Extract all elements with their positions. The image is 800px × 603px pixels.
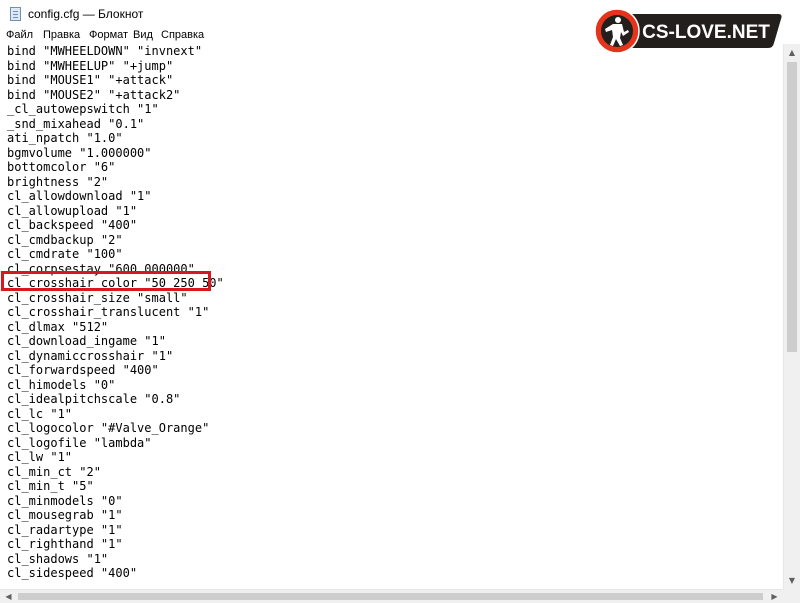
- text-line: cl_idealpitchscale "0.8": [7, 392, 181, 406]
- menu-edit[interactable]: Правка: [43, 29, 80, 42]
- text-line: _cl_autowepswitch "1": [7, 102, 159, 116]
- text-line: bind "MWHEELDOWN" "invnext": [7, 44, 203, 58]
- text-line: brightness "2": [7, 174, 109, 189]
- text-line: cl_lc "1": [7, 406, 73, 421]
- vertical-scroll-thumb[interactable]: [787, 62, 797, 352]
- resize-grip[interactable]: [783, 589, 800, 603]
- text-line: cl_lw "1": [7, 450, 73, 464]
- scroll-up-icon[interactable]: ▲: [784, 44, 800, 61]
- text-line: bind "MOUSE2" "+attack2": [7, 87, 181, 102]
- text-line: cl_allowupload "1": [7, 203, 138, 218]
- text-line: bottomcolor "6": [7, 160, 116, 174]
- notepad-window: config.cfg — Блокнот CS-LOVE.NET Файл Пр…: [0, 0, 800, 603]
- menu-view[interactable]: Вид: [133, 29, 153, 42]
- text-line: cl_mousegrab "1": [7, 508, 123, 522]
- text-line: cl_cmdbackup "2": [7, 232, 123, 247]
- text-line: ati_npatch "1.0": [7, 131, 123, 145]
- highlight-box: [1, 271, 211, 291]
- scroll-left-icon[interactable]: ◀: [0, 590, 17, 603]
- text-line: cl_himodels "0": [7, 377, 116, 392]
- text-line: cl_allowdownload "1": [7, 189, 152, 203]
- scroll-right-icon[interactable]: ▶: [766, 590, 783, 603]
- menu-help[interactable]: Справка: [161, 29, 204, 42]
- text-line: bind "MOUSE1" "+attack": [7, 73, 174, 87]
- text-line: cl_dlmax "512": [7, 319, 109, 334]
- horizontal-scrollbar[interactable]: ◀ ▶: [0, 589, 783, 603]
- text-line: cl_min_ct "2": [7, 464, 101, 479]
- menu-file[interactable]: Файл: [6, 29, 33, 42]
- scroll-down-icon[interactable]: ▼: [784, 572, 800, 589]
- window-title: config.cfg — Блокнот: [28, 7, 144, 21]
- text-line: cl_download_ingame "1": [7, 334, 166, 348]
- text-line: cl_forwardspeed "400": [7, 363, 159, 377]
- text-line: bind "MWHEELUP" "+jump": [7, 58, 174, 73]
- text-line: cl_min_t "5": [7, 479, 94, 493]
- menu-format[interactable]: Формат: [89, 29, 128, 42]
- text-line: cl_backspeed "400": [7, 218, 138, 232]
- text-line: cl_minmodels "0": [7, 493, 123, 508]
- cs-love-logo: CS-LOVE.NET: [594, 8, 782, 54]
- text-line: cl_crosshair_size "small": [7, 290, 188, 305]
- text-line: _snd_mixahead "0.1": [7, 116, 145, 131]
- horizontal-scroll-thumb[interactable]: [18, 593, 763, 600]
- text-line: cl_logofile "lambda": [7, 435, 152, 450]
- text-editor[interactable]: bind "MWHEELDOWN" "invnext" bind "MWHEEL…: [0, 44, 783, 589]
- text-line: cl_shadows "1": [7, 551, 109, 566]
- text-line: cl_sidespeed "400": [7, 566, 138, 580]
- text-line: bgmvolume "1.000000": [7, 145, 152, 160]
- text-line: cl_crosshair_translucent "1": [7, 305, 210, 319]
- brand-text: CS-LOVE.NET: [642, 22, 770, 43]
- notepad-icon: [10, 7, 21, 21]
- text-line: cl_righthand "1": [7, 537, 123, 551]
- text-line: cl_radartype "1": [7, 522, 123, 537]
- text-line: cl_cmdrate "100": [7, 247, 123, 261]
- vertical-scrollbar[interactable]: ▲ ▼: [783, 44, 800, 589]
- text-line: cl_logocolor "#Valve_Orange": [7, 421, 210, 435]
- text-line: cl_dynamiccrosshair "1": [7, 348, 174, 363]
